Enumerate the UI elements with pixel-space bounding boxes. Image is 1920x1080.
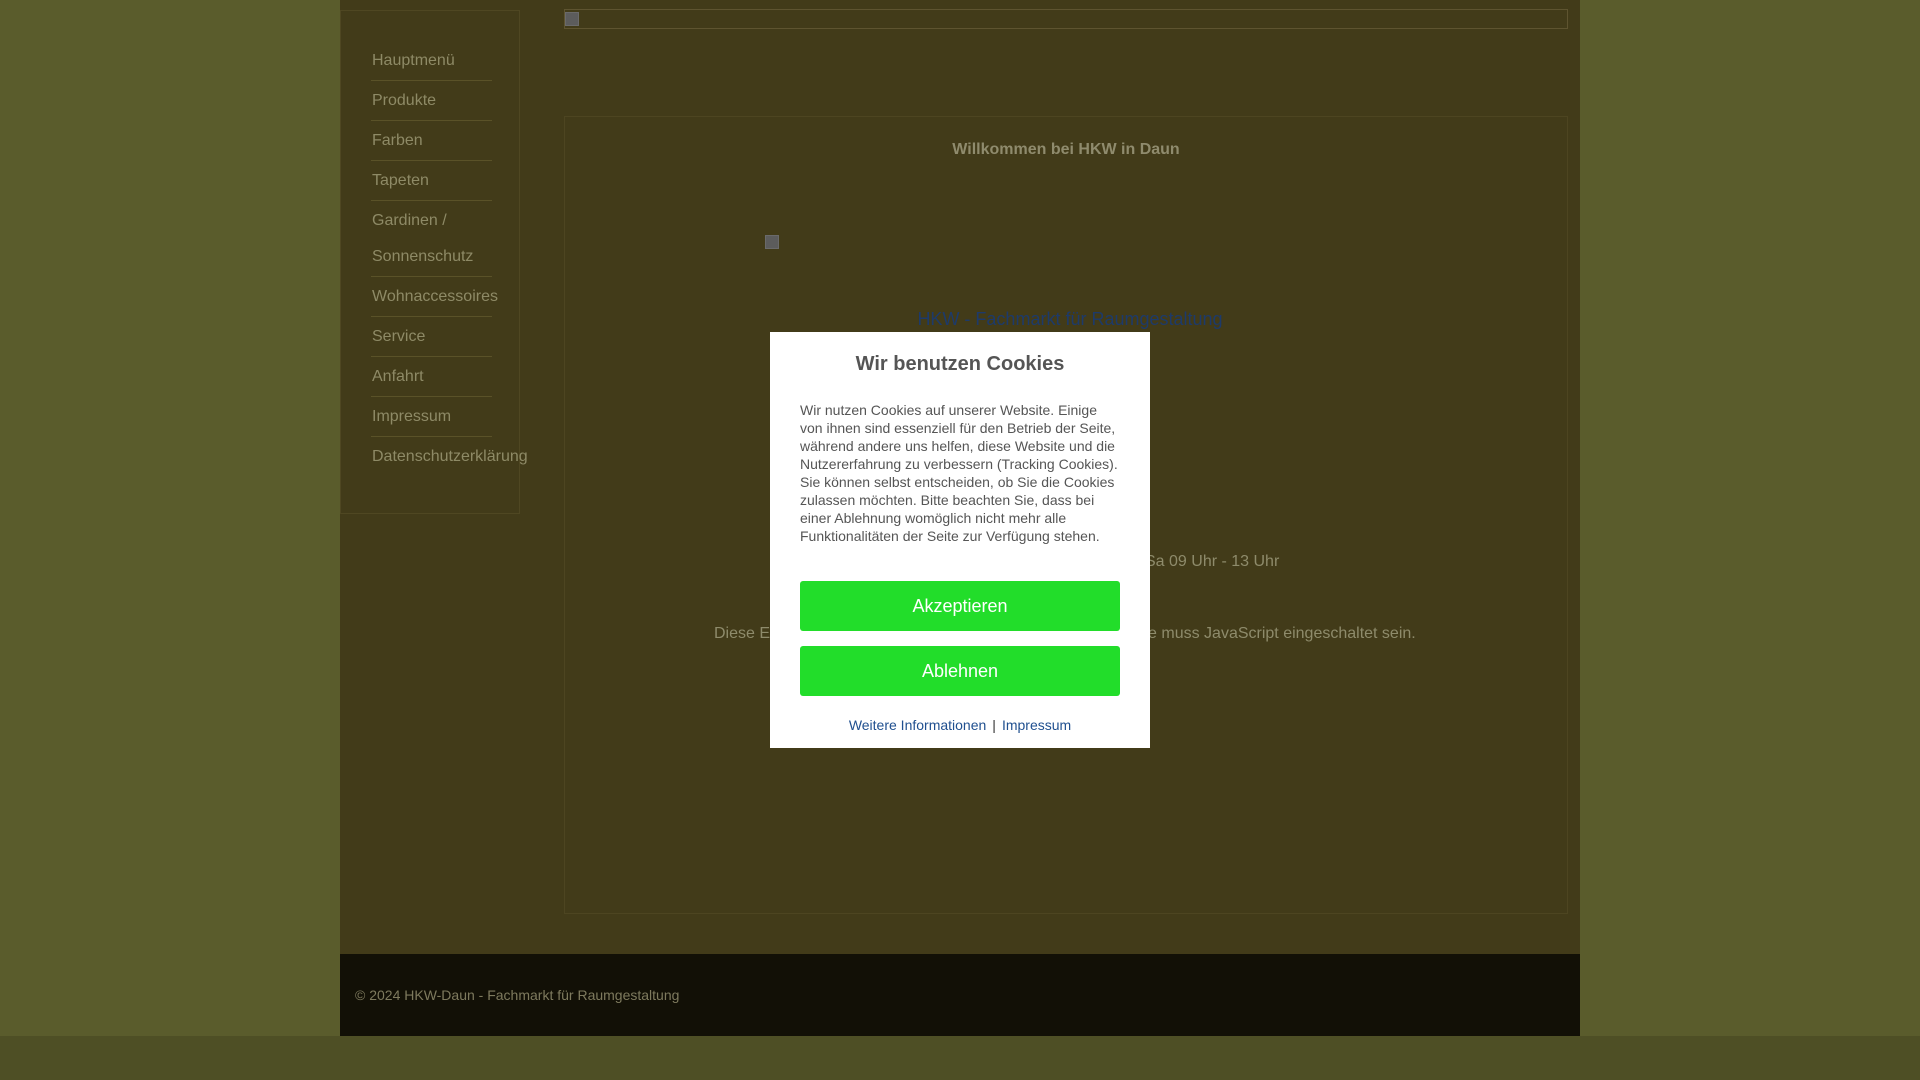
imprint-link[interactable]: Impressum	[1002, 717, 1071, 733]
sidebar-item-service[interactable]: Service	[371, 317, 492, 357]
more-info-link[interactable]: Weitere Informationen	[849, 717, 986, 733]
sidebar-menu: Hauptmenü Produkte Farben Tapeten Gardin…	[340, 10, 528, 514]
sidebar-item-label: Gardinen /	[372, 212, 447, 229]
opening-hours-text: Sa 09 Uhr - 13 Uhr	[1145, 553, 1280, 570]
bottom-strip	[0, 1036, 1920, 1080]
sidebar-item-produkte[interactable]: Produkte	[371, 81, 492, 121]
cookie-dialog-links: Weitere Informationen | Impressum	[800, 717, 1120, 733]
sidebar-item-anfahrt[interactable]: Anfahrt	[371, 357, 492, 397]
sidebar-item-label: Sonnenschutz	[372, 248, 474, 265]
sidebar-item-wohnaccessoires[interactable]: Wohnaccessoires	[371, 277, 498, 317]
footer-copyright: © 2024 HKW-Daun - Fachmarkt für Raumgest…	[355, 987, 680, 1003]
link-separator: |	[992, 717, 996, 733]
page-footer: © 2024 HKW-Daun - Fachmarkt für Raumgest…	[340, 954, 1580, 1036]
sidebar-item-hauptmenue[interactable]: Hauptmenü	[371, 41, 492, 81]
sidebar-item-gardinen-sonnenschutz[interactable]: Gardinen / Sonnenschutz	[371, 201, 492, 277]
cookie-consent-dialog: Wir benutzen Cookies Wir nutzen Cookies …	[770, 332, 1150, 748]
sidebar-list: Hauptmenü Produkte Farben Tapeten Gardin…	[341, 11, 528, 476]
broken-image-icon	[565, 12, 579, 26]
header-banner	[564, 9, 1568, 29]
cookie-dialog-title: Wir benutzen Cookies	[855, 353, 1065, 375]
accept-cookies-button[interactable]: Akzeptieren	[800, 581, 1120, 631]
welcome-heading: Willkommen bei HKW in Daun	[952, 141, 1180, 158]
sidebar-item-impressum[interactable]: Impressum	[371, 397, 492, 437]
javascript-note-start: Diese E	[714, 625, 771, 642]
sidebar-item-farben[interactable]: Farben	[371, 121, 492, 161]
broken-image-icon	[765, 235, 779, 249]
sidebar-item-datenschutz[interactable]: Datenschutzerklärung	[371, 437, 528, 476]
page-subtitle: HKW - Fachmarkt für Raumgestaltung	[917, 309, 1223, 329]
sidebar-item-tapeten[interactable]: Tapeten	[371, 161, 492, 201]
decline-cookies-button[interactable]: Ablehnen	[800, 646, 1120, 696]
cookie-dialog-text: Wir nutzen Cookies auf unserer Website. …	[800, 402, 1118, 544]
javascript-note-end: e muss JavaScript eingeschaltet sein.	[1148, 625, 1416, 642]
